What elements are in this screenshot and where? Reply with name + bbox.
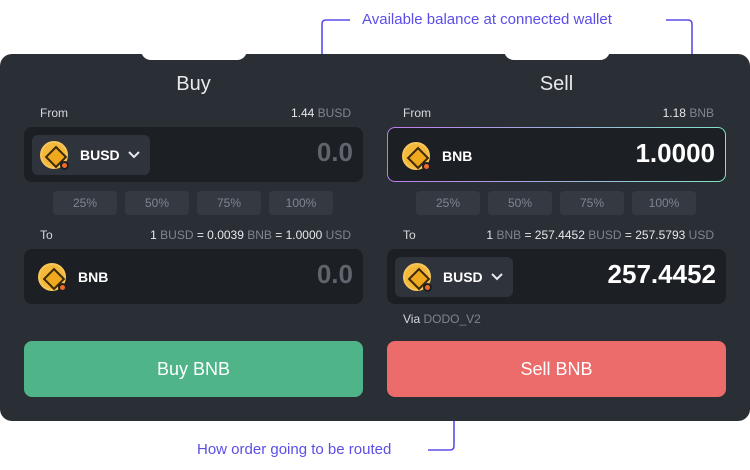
coin-icon: [403, 263, 432, 292]
buy-column: Buy From 1.44 BUSD BUSD 0.0 25% 50% 75% …: [24, 54, 363, 421]
buy-pct-100[interactable]: 100%: [269, 191, 333, 215]
sell-title: Sell: [539, 73, 574, 95]
buy-from-input-box[interactable]: BUSD 0.0: [24, 127, 363, 182]
coin-icon: [40, 141, 69, 170]
buy-rate-base-unit: BUSD: [160, 228, 194, 242]
via-route: DODO_V2: [423, 312, 481, 326]
buy-from-token-selector[interactable]: BUSD: [32, 135, 150, 175]
buy-rate-one: 1: [150, 228, 157, 242]
buy-rate-quote: = 0.0039: [196, 228, 244, 242]
route-info: Via DODO_V2: [403, 312, 481, 326]
buy-balance-amount: 1.44: [290, 106, 315, 120]
sell-pct-100[interactable]: 100%: [632, 191, 696, 215]
sell-pct-50[interactable]: 50%: [488, 191, 552, 215]
buy-balance-unit: BUSD: [317, 106, 351, 120]
buy-to-output-box: BNB 0.0: [24, 249, 363, 304]
balance-annotation: Available balance at connected wallet: [362, 11, 612, 28]
sell-pct-75[interactable]: 75%: [560, 191, 624, 215]
buy-rate-quote-unit: BNB: [247, 228, 272, 242]
buy-title: Buy: [176, 73, 211, 95]
sell-from-input-box[interactable]: BNB 1.0000: [387, 127, 726, 182]
sell-balance-unit: BNB: [689, 106, 714, 120]
route-annotation: How order going to be routed: [197, 441, 392, 458]
sell-column: Sell From 1.18 BNB BNB 1.0000 25% 50% 75…: [387, 54, 726, 421]
sell-rate: 1 BNB = 257.4452 BUSD = 257.5793 USD: [486, 228, 714, 242]
sell-rate-usd-unit: USD: [688, 228, 714, 242]
sell-to-token-selector[interactable]: BUSD: [395, 257, 513, 297]
buy-pct-50[interactable]: 50%: [125, 191, 189, 215]
sell-from-amount[interactable]: 1.0000: [635, 138, 715, 169]
buy-from-amount[interactable]: 0.0: [317, 137, 353, 168]
sell-from-token-name: BNB: [442, 148, 473, 164]
sell-pct-25[interactable]: 25%: [416, 191, 480, 215]
sell-to-amount: 257.4452: [607, 259, 716, 289]
chevron-down-icon: [128, 147, 140, 162]
sell-from-label: From: [403, 106, 431, 120]
sell-to-output-box: BUSD 257.4452: [387, 249, 726, 304]
buy-rate: 1 BUSD = 0.0039 BNB = 1.0000 USD: [150, 228, 351, 242]
sell-balance-amount: 1.18: [662, 106, 686, 120]
buy-from-label: From: [40, 106, 68, 120]
coin-icon: [402, 142, 431, 171]
buy-rate-usd: = 1.0000: [275, 228, 323, 242]
chevron-down-icon: [491, 269, 503, 284]
sell-rate-quote-unit: BUSD: [588, 228, 622, 242]
buy-to-token: BNB: [38, 257, 148, 297]
buy-rate-usd-unit: USD: [325, 228, 351, 242]
sell-button[interactable]: Sell BNB: [387, 341, 726, 397]
sell-rate-one: 1: [486, 228, 494, 242]
sell-to-label: To: [403, 228, 416, 242]
sell-to-token-name: BUSD: [443, 269, 483, 285]
buy-button[interactable]: Buy BNB: [24, 341, 363, 397]
sell-rate-base-unit: BNB: [496, 228, 522, 242]
sell-rate-quote: = 257.4452: [524, 228, 585, 242]
via-label: Via: [403, 312, 421, 326]
buy-to-amount: 0.0: [316, 259, 353, 289]
buy-from-token-name: BUSD: [80, 147, 120, 163]
sell-rate-usd: = 257.5793: [624, 228, 686, 242]
sell-from-token: BNB: [402, 136, 512, 176]
buy-from-balance: 1.44 BUSD: [291, 106, 351, 120]
buy-pct-75[interactable]: 75%: [197, 191, 261, 215]
coin-icon: [38, 263, 67, 292]
buy-to-label: To: [40, 228, 53, 242]
buy-to-token-name: BNB: [78, 269, 109, 285]
sell-from-balance: 1.18 BNB: [663, 106, 714, 120]
buy-pct-25[interactable]: 25%: [53, 191, 117, 215]
